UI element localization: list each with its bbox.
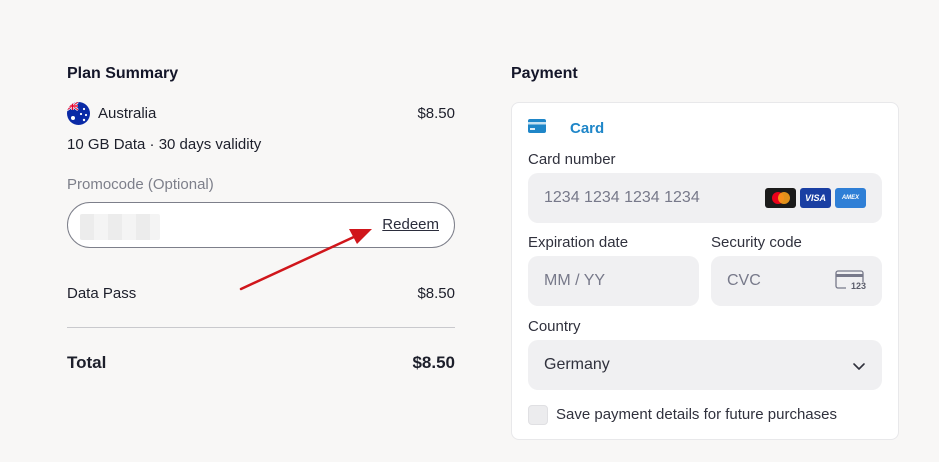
cvc-label: Security code [711,234,802,251]
cvc-card-icon: 123 [835,270,866,292]
card-number-placeholder: 1234 1234 1234 1234 [544,189,700,206]
cvc-icon-digits: 123 [850,281,866,291]
payment-title: Payment [511,65,578,82]
amex-icon: AMEX [835,188,866,208]
credit-card-icon [528,119,546,138]
chevron-down-icon [852,358,866,376]
country-select[interactable]: Germany [528,340,882,390]
country-label: Country [528,318,581,335]
expiry-input[interactable]: MM / YY [528,256,699,306]
card-brands: VISA AMEX [765,188,866,208]
tab-card[interactable]: Card [528,119,604,138]
card-number-input[interactable]: 1234 1234 1234 1234 VISA AMEX [528,173,882,223]
expiry-placeholder: MM / YY [544,272,606,289]
country-select-value: Germany [544,356,610,373]
payment-card: Card Card number 1234 1234 1234 1234 VIS… [511,102,899,440]
card-number-label: Card number [528,151,616,168]
visa-icon: VISA [800,188,831,208]
tab-card-label: Card [570,120,605,137]
save-details-checkbox[interactable] [528,405,548,425]
expiry-label: Expiration date [528,234,629,251]
cvc-placeholder: CVC [727,272,761,289]
save-details-label: Save payment details for future purchase… [556,406,837,423]
cvc-input[interactable]: CVC 123 [711,256,882,306]
mastercard-icon [765,188,796,208]
